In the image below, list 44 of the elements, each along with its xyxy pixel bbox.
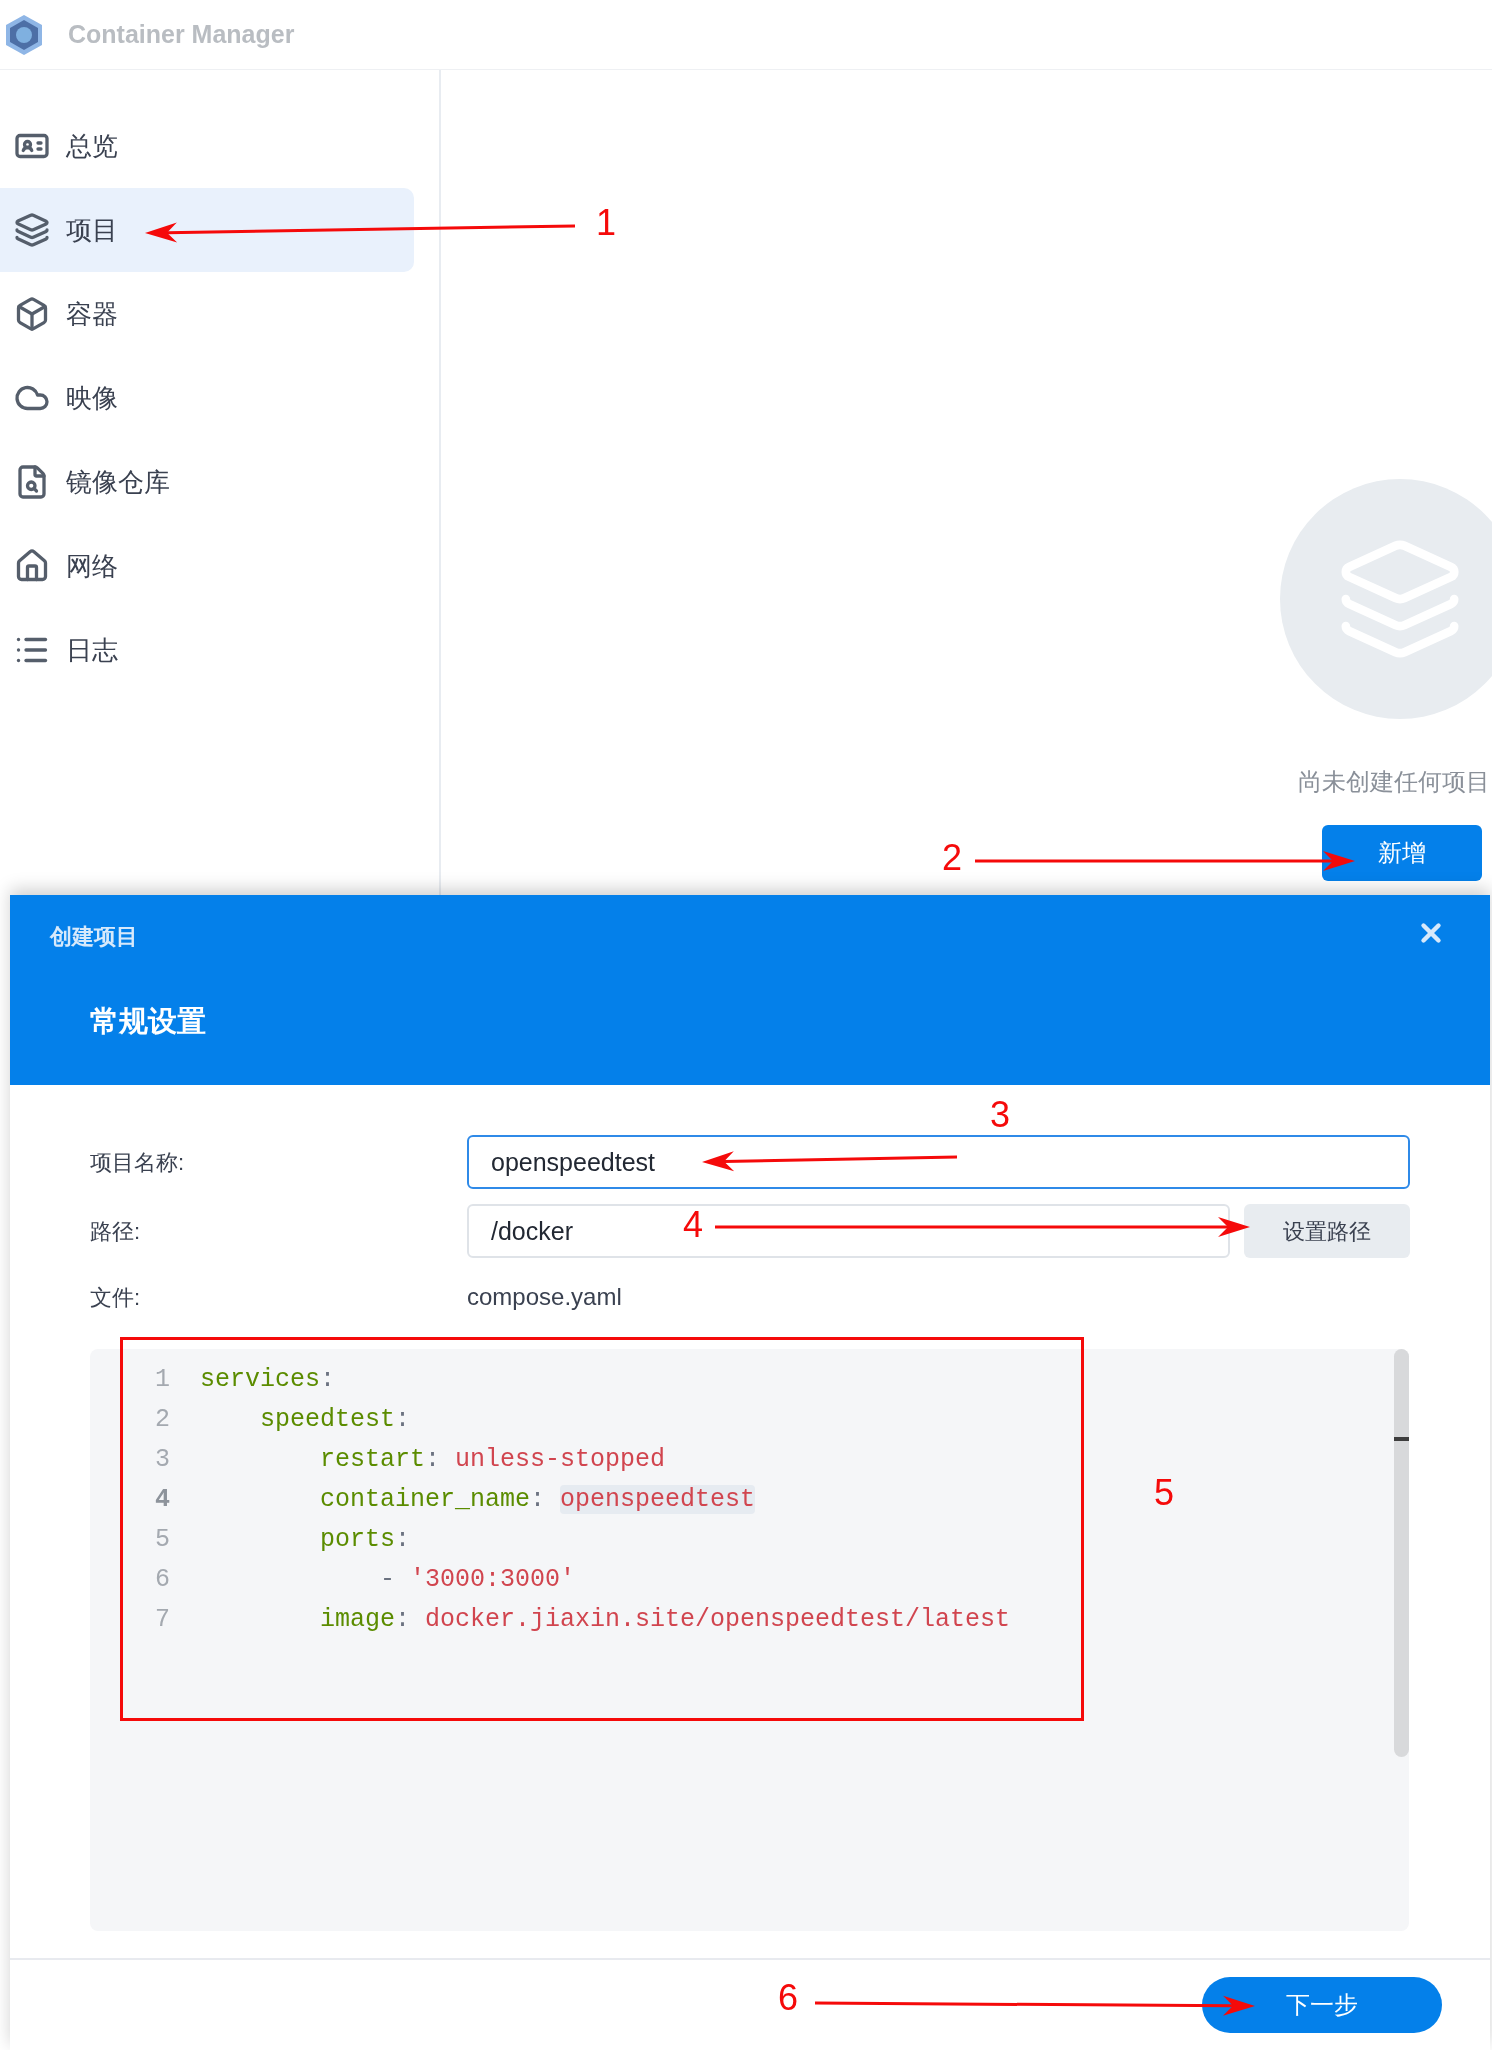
name-field[interactable]: openspeedtest [467,1135,1410,1189]
annotation-number: 2 [942,840,963,876]
next-button[interactable]: 下一步 [1202,1977,1442,2033]
field-label: 路径: [90,1217,142,1246]
line-number: 5 [154,1524,170,1557]
line-number: 2 [154,1404,170,1437]
file-name: compose.yaml [467,1282,622,1312]
section-title: 常规设置 [90,1004,206,1039]
sidebar-item[interactable]: 日志 [0,608,414,692]
annotation-number: 1 [596,205,617,241]
annotation-number: 6 [778,1980,799,2016]
annotation-number: 4 [683,1207,704,1243]
app-logo [4,13,44,56]
annotation-number: 5 [1154,1475,1175,1511]
scrollbar[interactable] [1394,1349,1409,1757]
code-line: container_name: openspeedtest [319,1484,756,1517]
code-line: image: docker.jiaxin.site/openspeedtest/latest [319,1604,1011,1637]
set-path-button[interactable]: 设置路径 [1244,1204,1410,1258]
house-icon [14,548,50,584]
add-button[interactable]: 新增 [1322,825,1482,881]
line-number: 6 [154,1564,170,1597]
sidebar-item[interactable]: 镜像仓库 [0,440,414,524]
line-number: 4 [154,1484,170,1517]
sidebar-item[interactable]: 总览 [0,104,414,188]
empty-state-message: 尚未创建任何项目 [1298,767,1490,797]
sidebar-item[interactable]: 容器 [0,272,414,356]
sidebar-item[interactable]: 项目 [0,188,414,272]
line-number: 3 [154,1444,170,1477]
app-title: Container Manager [68,18,295,50]
code-line: speedtest: [259,1404,411,1437]
field-label: 项目名称: [90,1148,186,1177]
code-line: services: [200,1364,336,1397]
code-line: restart: unless-stopped [319,1444,666,1477]
layers-icon [14,212,50,248]
line-number: 7 [154,1604,170,1637]
sidebar-item[interactable]: 网络 [0,524,414,608]
annotation-number: 3 [990,1097,1011,1133]
field-label: 文件: [90,1283,142,1312]
sidebar-item[interactable]: 映像 [0,356,414,440]
line-number: 1 [154,1364,170,1397]
cube-icon [14,296,50,332]
dialog-title: 创建项目 [50,923,138,951]
code-line: ports: [319,1524,411,1557]
code-line: - '3000:3000' [379,1564,576,1597]
